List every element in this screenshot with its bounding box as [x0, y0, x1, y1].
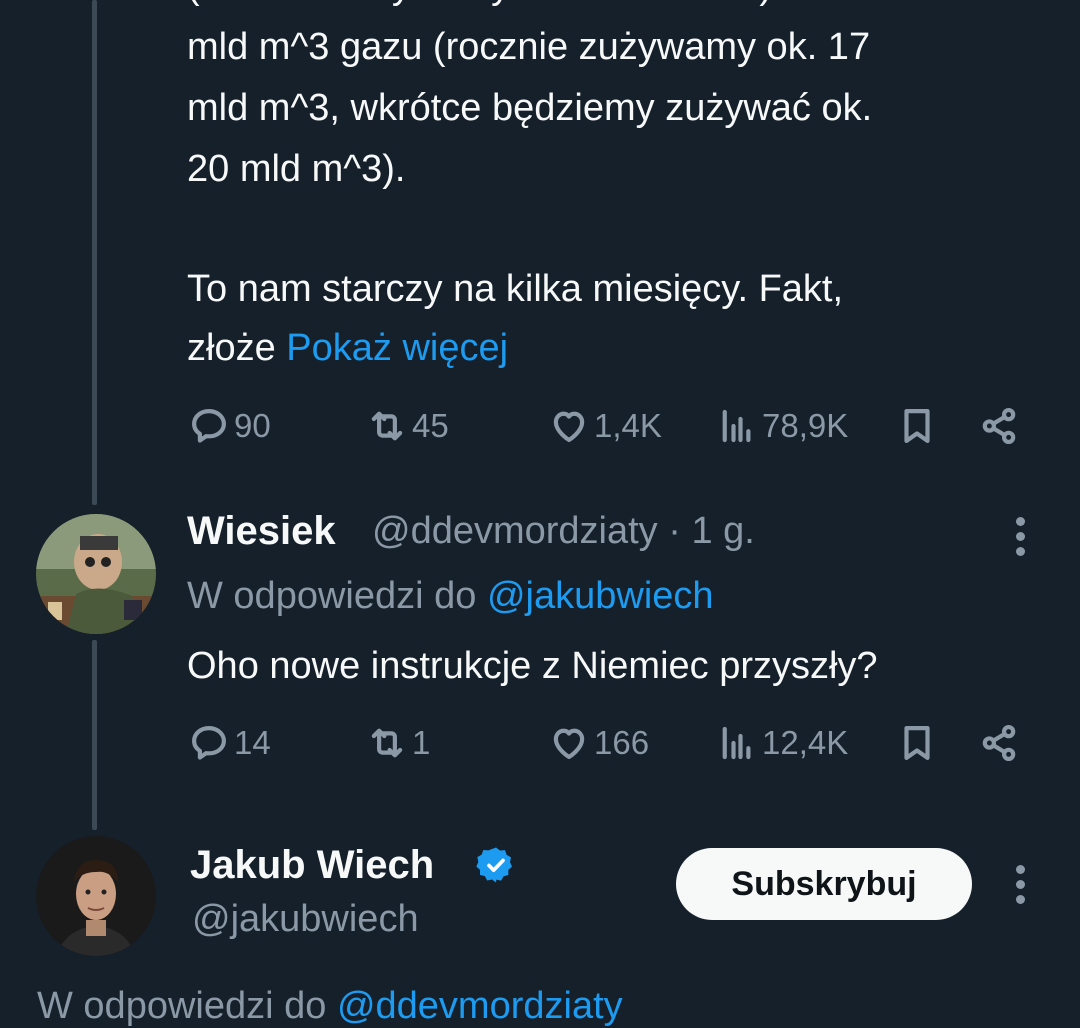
tweet2-like-button[interactable]: 166 [548, 722, 649, 764]
more-icon-dot [1016, 532, 1025, 541]
like-icon [553, 411, 585, 443]
tweet2-reply-to-handle[interactable]: @jakubwiech [487, 575, 714, 617]
tweet1-reply-button[interactable]: 90 [188, 405, 271, 447]
repost-icon [371, 728, 403, 758]
tweet1-reply-count: 90 [234, 407, 271, 444]
tweet1-bookmark-button[interactable] [896, 405, 938, 447]
tweet2-reply-to-label: W odpowiedzi do [187, 575, 477, 617]
tweet2-views-count: 12,4K [762, 724, 849, 761]
bookmark-icon [904, 409, 930, 443]
tweet2-views-button[interactable]: 12,4K [716, 722, 848, 764]
tweet1-views-button[interactable]: 78,9K [716, 405, 848, 447]
tweet1-text-para2-word: złoże [187, 327, 276, 369]
avatar-jakub-wiech-image [36, 836, 156, 956]
more-icon [1016, 517, 1025, 526]
more-icon-dot [1016, 895, 1025, 904]
tweet1-views-count: 78,9K [762, 407, 849, 444]
tweet2-repost-button[interactable]: 1 [366, 722, 430, 764]
tweet2-text: Oho nowe instrukcje z Niemiec przyszły? [187, 645, 878, 687]
tweet3-author-name[interactable]: Jakub Wiech [190, 843, 434, 888]
views-icon [722, 409, 751, 443]
share-icon [982, 407, 1016, 445]
more-icon-dot [1016, 880, 1025, 889]
reply-icon [192, 726, 226, 760]
tweet2-share-button[interactable] [978, 722, 1020, 764]
tweet3-more-button[interactable] [1012, 863, 1028, 907]
tweet2-bookmark-button[interactable] [896, 722, 938, 764]
tweet2-author-name[interactable]: Wiesiek [187, 509, 336, 554]
repost-icon [371, 411, 403, 441]
subscribe-button[interactable]: Subskrybuj [676, 848, 972, 920]
verified-badge-icon [476, 847, 512, 883]
tweet2-meta: @ddevmordziaty · 1 g. [372, 510, 755, 553]
tweet1-actions: 90 45 1,4K 78,9K [0, 405, 1080, 455]
avatar-jakub-wiech[interactable] [36, 836, 156, 956]
bookmark-icon [904, 726, 930, 760]
avatar-wiesiek-image [36, 514, 156, 634]
views-icon [722, 726, 751, 760]
like-icon [553, 728, 585, 760]
tweet1-text-line-2: mld m^3, wkrótce będziemy zużywać ok. [187, 87, 873, 129]
avatar-wiesiek[interactable] [36, 514, 156, 634]
tweet3-reply-to: W odpowiedzi do @ddevmordziaty [37, 985, 623, 1028]
tweet2-time[interactable]: · 1 g. [668, 510, 755, 552]
tweet2-more-button[interactable] [1012, 515, 1028, 559]
tweet1-text-line-3: 20 mld m^3). [187, 148, 406, 190]
tweet1-like-count: 1,4K [594, 407, 662, 444]
tweet1-share-button[interactable] [978, 405, 1020, 447]
tweet3-handle[interactable]: @jakubwiech [192, 898, 419, 941]
tweet3-reply-to-handle[interactable]: @ddevmordziaty [337, 985, 623, 1027]
tweet2-handle[interactable]: @ddevmordziaty [372, 510, 658, 552]
tweet2-reply-count: 14 [234, 724, 271, 761]
tweet1-text-line-1: mld m^3 gazu (rocznie zużywamy ok. 17 [187, 26, 871, 68]
tweet1-text-para2-line-1: To nam starczy na kilka miesięcy. Fakt, [187, 268, 844, 310]
tweet1-text-para2-line-2: złoże Pokaż więcej [187, 318, 1047, 379]
tweet3-reply-to-label: W odpowiedzi do [37, 985, 327, 1027]
share-icon [982, 724, 1016, 762]
tweet1-text-partial: (rocznie zużywamy ok. 17 mln ton) oraz 5 [187, 0, 1047, 17]
tweet1-repost-count: 45 [412, 407, 449, 444]
more-icon [1016, 865, 1025, 874]
show-more-link[interactable]: Pokaż więcej [286, 327, 508, 369]
more-icon-dot [1016, 547, 1025, 556]
tweet2-reply-button[interactable]: 14 [188, 722, 271, 764]
tweet2-like-count: 166 [594, 724, 650, 761]
tweet2-reply-to: W odpowiedzi do @jakubwiech [187, 575, 714, 618]
reply-icon [192, 409, 226, 443]
tweet1-like-button[interactable]: 1,4K [548, 405, 662, 447]
tweet2-actions: 14 1 166 12,4K [0, 722, 1080, 772]
tweet2-repost-count: 1 [412, 724, 431, 761]
tweet1-repost-button[interactable]: 45 [366, 405, 449, 447]
